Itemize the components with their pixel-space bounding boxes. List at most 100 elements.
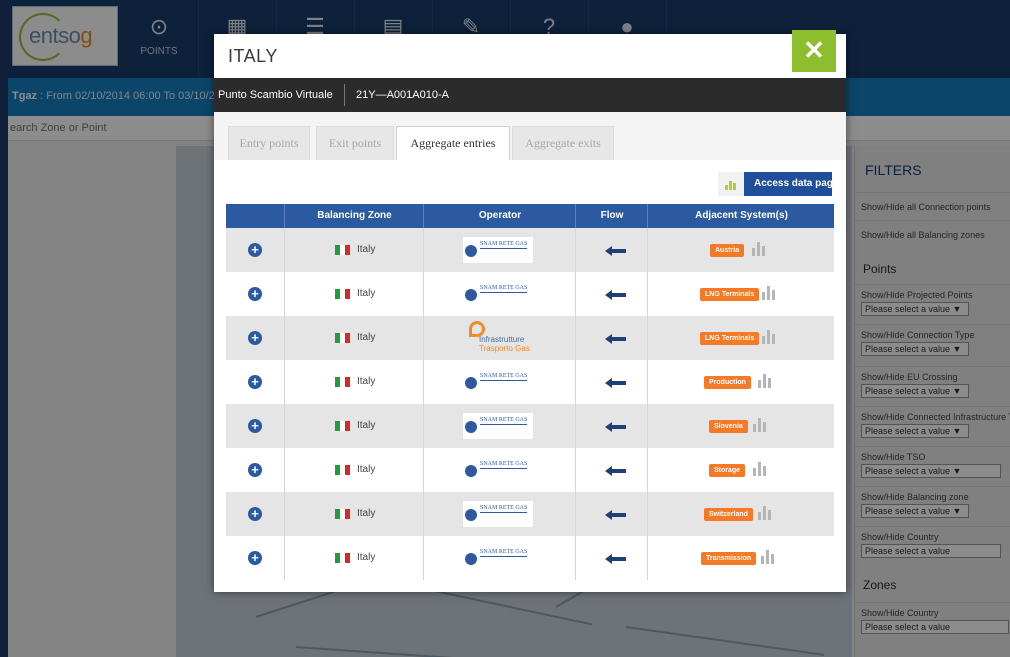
operator-name: SNAM RETE GAS: [480, 505, 528, 513]
balancing-zone-name: Italy: [357, 552, 376, 563]
flow-left-arrow-icon: [605, 420, 627, 432]
operator-cell: SNAM RETE GAS: [423, 272, 575, 316]
table-row: + Italy Infrastrutture Trasporto Gas LNG Ter…: [226, 316, 834, 360]
snam-rete-gas-logo[interactable]: SNAM RETE GAS: [463, 369, 533, 395]
table-row: + Italy SNAM RETE GAS Austria: [226, 228, 834, 272]
chart-bars-icon[interactable]: [758, 506, 774, 520]
snam-rete-gas-logo[interactable]: SNAM RETE GAS: [463, 457, 533, 483]
expand-row-button[interactable]: +: [248, 507, 262, 521]
balancing-zone-name: Italy: [357, 464, 376, 475]
snam-rete-gas-logo[interactable]: SNAM RETE GAS: [463, 545, 533, 571]
flow-cell: [575, 360, 647, 404]
tab-aggregate-exits[interactable]: Aggregate exits: [512, 126, 614, 161]
snam-rete-gas-logo[interactable]: SNAM RETE GAS: [463, 281, 533, 307]
point-header-bar: Punto Scambio Virtuale 21Y—A001A010-A: [214, 78, 846, 112]
modal-title: ITALY: [228, 46, 278, 66]
aggregate-entries-table: Balancing Zone Operator Flow Adjacent Sy…: [226, 204, 834, 580]
snam-rete-gas-logo[interactable]: SNAM RETE GAS: [463, 237, 533, 263]
operator-name: SNAM RETE GAS: [480, 417, 528, 425]
adjacent-system-badge[interactable]: Production: [704, 376, 751, 389]
access-data-page-button[interactable]: Access data page: [718, 172, 839, 196]
adjacent-system-badge[interactable]: Storage: [709, 464, 746, 477]
access-data-page-label: Access data page: [754, 178, 839, 189]
table-row: + Italy SNAM RETE GAS Storage: [226, 448, 834, 492]
operator-name-line1: Infrastrutture: [479, 335, 525, 344]
chart-bars-icon[interactable]: [753, 418, 769, 432]
header-divider: [344, 84, 345, 106]
tab-exit-points[interactable]: Exit points: [316, 126, 394, 161]
chart-bars-icon: [718, 172, 744, 196]
snam-emblem-icon: [465, 553, 477, 565]
adjacent-system-cell: Storage: [647, 448, 834, 492]
operator-name-line2: Trasporto Gas: [479, 344, 530, 353]
operator-name: SNAM RETE GAS: [480, 241, 528, 249]
adjacent-system-cell: Switzerland: [647, 492, 834, 536]
flow-left-arrow-icon: [605, 508, 627, 520]
operator-cell: Infrastrutture Trasporto Gas: [423, 316, 575, 360]
col-adjacent-systems: Adjacent System(s): [647, 204, 835, 228]
flow-cell: [575, 492, 647, 536]
italy-flag-icon: [335, 553, 350, 563]
balancing-zone-cell: Italy: [284, 404, 423, 448]
point-code: 21Y—A001A010-A: [356, 89, 449, 101]
table-header: Balancing Zone Operator Flow Adjacent Sy…: [226, 204, 834, 228]
balancing-zone-name: Italy: [357, 332, 376, 343]
expand-row-button[interactable]: +: [248, 375, 262, 389]
balancing-zone-cell: Italy: [284, 228, 423, 272]
expand-row-button[interactable]: +: [248, 243, 262, 257]
snam-emblem-icon: [465, 245, 477, 257]
expand-row-button[interactable]: +: [248, 331, 262, 345]
operator-cell: SNAM RETE GAS: [423, 492, 575, 536]
col-flow: Flow: [575, 204, 648, 228]
tab-strip: Entry points Exit points Aggregate entri…: [214, 112, 846, 162]
snam-emblem-icon: [465, 377, 477, 389]
flow-cell: [575, 448, 647, 492]
table-row: + Italy SNAM RETE GAS Slovenia: [226, 404, 834, 448]
operator-name: SNAM RETE GAS: [480, 549, 528, 557]
snam-emblem-icon: [465, 465, 477, 477]
tab-aggregate-entries[interactable]: Aggregate entries: [396, 126, 510, 162]
italy-flag-icon: [335, 509, 350, 519]
table-row: + Italy SNAM RETE GAS Transmission: [226, 536, 834, 580]
chart-bars-icon[interactable]: [762, 330, 778, 344]
chart-bars-icon[interactable]: [762, 286, 778, 300]
col-operator: Operator: [423, 204, 576, 228]
italy-flag-icon: [335, 245, 350, 255]
chart-bars-icon[interactable]: [753, 462, 769, 476]
expand-row-button[interactable]: +: [248, 419, 262, 433]
adjacent-system-cell: LNG Terminals: [647, 316, 834, 360]
snam-emblem-icon: [465, 289, 477, 301]
expand-row-button[interactable]: +: [248, 287, 262, 301]
table-body: + Italy SNAM RETE GAS Austria + Italy SNAM RET…: [226, 228, 834, 580]
adjacent-system-badge[interactable]: Switzerland: [704, 508, 753, 521]
adjacent-system-cell: LNG Terminals: [647, 272, 834, 316]
balancing-zone-cell: Italy: [284, 272, 423, 316]
adjacent-system-badge[interactable]: Slovenia: [709, 420, 748, 433]
point-details-modal: ITALY ✕ Punto Scambio Virtuale 21Y—A001A…: [214, 30, 846, 592]
adjacent-system-badge[interactable]: LNG Terminals: [700, 332, 760, 345]
adjacent-system-cell: Production: [647, 360, 834, 404]
operator-cell: SNAM RETE GAS: [423, 448, 575, 492]
tab-entry-points[interactable]: Entry points: [228, 126, 310, 161]
balancing-zone-cell: Italy: [284, 536, 423, 580]
adjacent-system-badge[interactable]: LNG Terminals: [700, 288, 760, 301]
chart-bars-icon[interactable]: [758, 374, 774, 388]
balancing-zone-name: Italy: [357, 288, 376, 299]
flow-left-arrow-icon: [605, 464, 627, 476]
expand-row-button[interactable]: +: [248, 551, 262, 565]
snam-rete-gas-logo[interactable]: SNAM RETE GAS: [463, 501, 533, 527]
balancing-zone-cell: Italy: [284, 448, 423, 492]
close-button[interactable]: ✕: [792, 30, 836, 72]
infrastrutture-trasporto-gas-logo[interactable]: Infrastrutture Trasporto Gas: [463, 321, 533, 353]
expand-row-button[interactable]: +: [248, 463, 262, 477]
flow-left-arrow-icon: [605, 288, 627, 300]
operator-cell: SNAM RETE GAS: [423, 404, 575, 448]
flow-cell: [575, 272, 647, 316]
adjacent-system-badge[interactable]: Transmission: [701, 552, 757, 565]
chart-bars-icon[interactable]: [761, 550, 777, 564]
balancing-zone-cell: Italy: [284, 492, 423, 536]
snam-rete-gas-logo[interactable]: SNAM RETE GAS: [463, 413, 533, 439]
chart-bars-icon[interactable]: [752, 242, 768, 256]
adjacent-system-badge[interactable]: Austria: [710, 244, 745, 257]
adjacent-system-cell: Austria: [647, 228, 834, 272]
